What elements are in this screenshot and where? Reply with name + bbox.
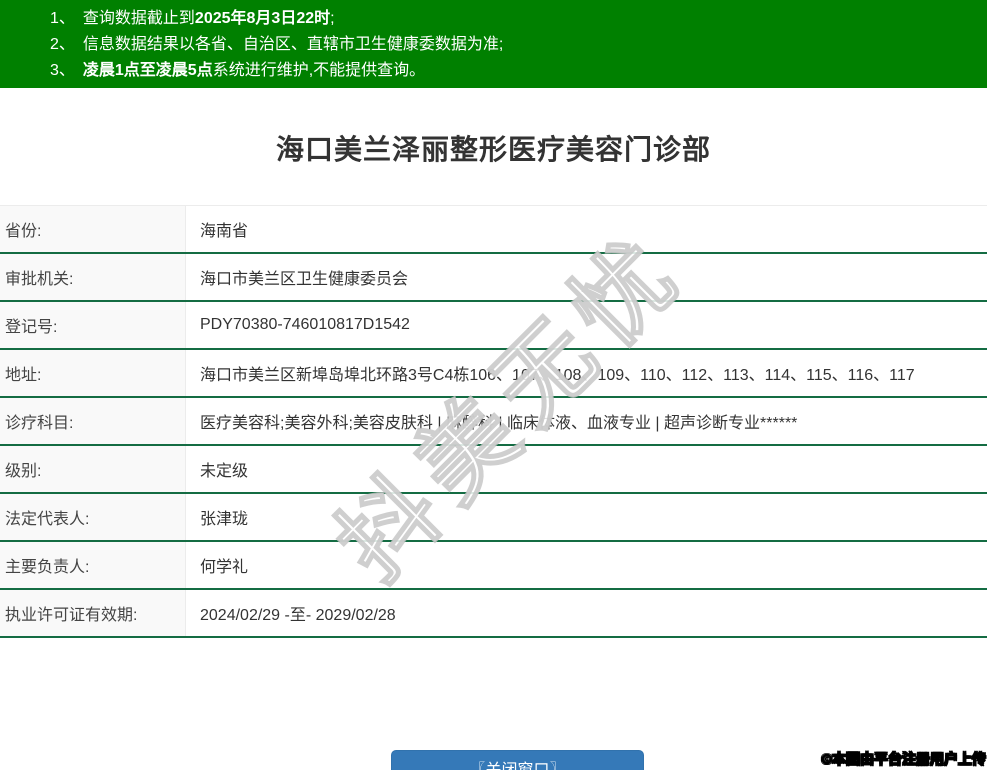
row-value: 海南省 — [186, 206, 987, 252]
close-window-button[interactable]: 〖关闭窗口〗 — [391, 750, 644, 770]
notice-text: 查询数据截止到2025年8月3日22时; — [83, 6, 335, 32]
row-value: 何学礼 — [186, 542, 987, 588]
table-row-address: 地址: 海口市美兰区新埠岛埠北环路3号C4栋106、107、108、109、11… — [0, 350, 987, 398]
row-label: 审批机关: — [0, 254, 186, 300]
table-row-province: 省份: 海南省 — [0, 206, 987, 254]
notice-line-3: 3、 凌晨1点至凌晨5点系统进行维护,不能提供查询。 — [50, 58, 987, 84]
row-label: 执业许可证有效期: — [0, 590, 186, 636]
table-row-person-in-charge: 主要负责人: 何学礼 — [0, 542, 987, 590]
row-label: 法定代表人: — [0, 494, 186, 540]
table-row-legal-representative: 法定代表人: 张津珑 — [0, 494, 987, 542]
notice-number: 3、 — [50, 58, 75, 84]
row-value: 未定级 — [186, 446, 987, 492]
notice-text: 信息数据结果以各省、自治区、直辖市卫生健康委数据为准; — [83, 32, 503, 58]
table-row-medical-subjects: 诊疗科目: 医疗美容科;美容外科;美容皮肤科 | 麻醉科 | 临床体液、血液专业… — [0, 398, 987, 446]
row-label: 登记号: — [0, 302, 186, 348]
row-label: 级别: — [0, 446, 186, 492]
row-label: 诊疗科目: — [0, 398, 186, 444]
row-label: 主要负责人: — [0, 542, 186, 588]
notice-line-1: 1、 查询数据截止到2025年8月3日22时; — [50, 6, 987, 32]
row-value: PDY70380-746010817D1542 — [186, 302, 987, 348]
row-label: 地址: — [0, 350, 186, 396]
notice-number: 2、 — [50, 32, 75, 58]
row-value: 2024/02/29 -至- 2029/02/28 — [186, 590, 987, 636]
row-value: 张津珑 — [186, 494, 987, 540]
page-title: 海口美兰泽丽整形医疗美容门诊部 — [0, 128, 987, 168]
table-row-license-validity: 执业许可证有效期: 2024/02/29 -至- 2029/02/28 — [0, 590, 987, 638]
notice-text: 凌晨1点至凌晨5点系统进行维护,不能提供查询。 — [83, 58, 425, 84]
table-row-registration-number: 登记号: PDY70380-746010817D1542 — [0, 302, 987, 350]
row-value: 海口市美兰区卫生健康委员会 — [186, 254, 987, 300]
institution-detail-table: 省份: 海南省 审批机关: 海口市美兰区卫生健康委员会 登记号: PDY7038… — [0, 205, 987, 638]
row-label: 省份: — [0, 206, 186, 252]
notice-line-2: 2、 信息数据结果以各省、自治区、直辖市卫生健康委数据为准; — [50, 32, 987, 58]
row-value: 海口市美兰区新埠岛埠北环路3号C4栋106、107、108、109、110、11… — [186, 350, 987, 396]
copyright-watermark: ©本图由平台注册用户上传 — [822, 749, 986, 769]
row-value: 医疗美容科;美容外科;美容皮肤科 | 麻醉科 | 临床体液、血液专业 | 超声诊… — [186, 398, 987, 444]
notice-number: 1、 — [50, 6, 75, 32]
notice-banner: 1、 查询数据截止到2025年8月3日22时; 2、 信息数据结果以各省、自治区… — [0, 0, 987, 88]
table-row-level: 级别: 未定级 — [0, 446, 987, 494]
table-row-approval-authority: 审批机关: 海口市美兰区卫生健康委员会 — [0, 254, 987, 302]
